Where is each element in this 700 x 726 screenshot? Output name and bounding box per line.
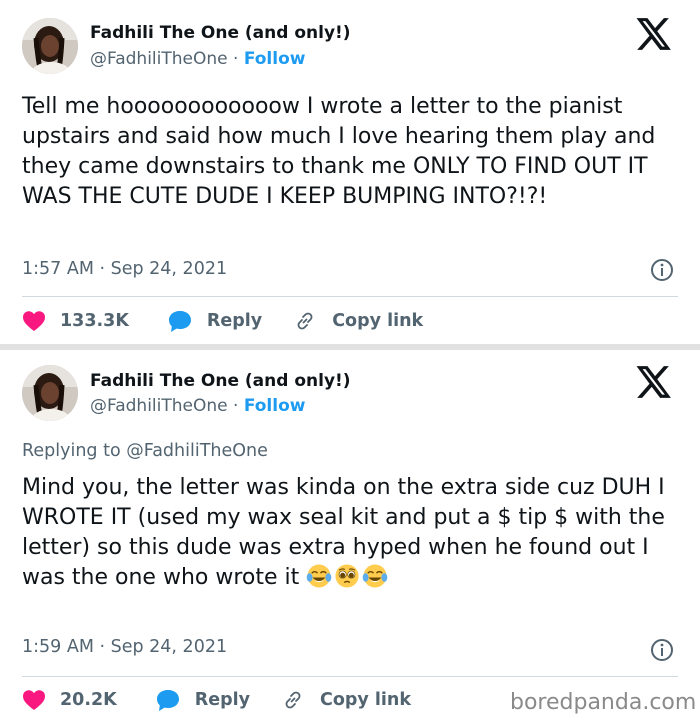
- dot-separator: ·: [227, 396, 244, 416]
- replying-to-handle[interactable]: @FadhiliTheOne: [126, 441, 268, 461]
- author-handle[interactable]: @FadhiliTheOne: [90, 49, 228, 69]
- pleading-face-icon: [335, 564, 359, 588]
- handle-row: @FadhiliTheOne · Follow: [90, 396, 305, 416]
- tweet-text: Mind you, the letter was kinda on the ex…: [22, 473, 692, 593]
- copy-link-button[interactable]: Copy link: [292, 309, 423, 333]
- reply-bubble-icon: [168, 311, 191, 332]
- dot-separator: ·: [227, 49, 244, 69]
- divider: [22, 676, 678, 677]
- follow-button[interactable]: Follow: [244, 396, 306, 416]
- heart-icon: [23, 311, 45, 331]
- tweet-card-1: Fadhili The One (and only!) @FadhiliTheO…: [0, 0, 700, 344]
- avatar-photo: [22, 365, 78, 421]
- author-name[interactable]: Fadhili The One (and only!): [90, 23, 351, 43]
- tweet-text: Tell me hoooooooooooow I wrote a letter …: [22, 94, 656, 209]
- replying-prefix: Replying to: [22, 441, 127, 461]
- heart-icon: [23, 690, 45, 710]
- reply-button[interactable]: Reply: [155, 688, 250, 712]
- like-button[interactable]: 133.3K: [22, 310, 129, 332]
- x-logo-icon[interactable]: [634, 15, 672, 53]
- info-icon[interactable]: [650, 258, 674, 282]
- face-with-tears-of-joy-icon: [306, 564, 332, 588]
- copy-link-button[interactable]: Copy link: [280, 688, 411, 712]
- timestamp[interactable]: 1:57 AM · Sep 24, 2021: [22, 259, 227, 279]
- link-icon: [297, 312, 313, 330]
- link-icon: [285, 691, 301, 709]
- author-handle[interactable]: @FadhiliTheOne: [90, 396, 228, 416]
- copy-link-label: Copy link: [320, 690, 412, 710]
- x-logo-icon[interactable]: [634, 363, 672, 401]
- like-button[interactable]: 20.2K: [22, 689, 117, 711]
- author-name[interactable]: Fadhili The One (and only!): [90, 371, 351, 391]
- replying-to: Replying to @FadhiliTheOne: [22, 441, 268, 461]
- copy-link-label: Copy link: [332, 311, 424, 331]
- reply-label: Reply: [206, 311, 263, 331]
- watermark: boredpanda.com: [510, 690, 697, 715]
- action-bar: 20.2K Reply Copy link: [22, 688, 411, 712]
- reply-label: Reply: [194, 690, 251, 710]
- avatar-photo: [22, 18, 78, 74]
- tweet-card-2: Fadhili The One (and only!) @FadhiliTheO…: [0, 350, 700, 726]
- reply-button[interactable]: Reply: [167, 309, 262, 333]
- avatar[interactable]: [22, 365, 78, 421]
- divider: [22, 296, 678, 297]
- avatar[interactable]: [22, 18, 78, 74]
- action-bar: 133.3K Reply Copy link: [22, 309, 423, 333]
- handle-row: @FadhiliTheOne · Follow: [90, 49, 305, 69]
- like-count: 133.3K: [60, 311, 129, 331]
- reply-bubble-icon: [156, 690, 179, 711]
- follow-button[interactable]: Follow: [244, 49, 306, 69]
- info-icon[interactable]: [650, 638, 674, 662]
- face-with-tears-of-joy-icon: [362, 564, 388, 588]
- like-count: 20.2K: [60, 690, 117, 710]
- timestamp[interactable]: 1:59 AM · Sep 24, 2021: [22, 637, 227, 657]
